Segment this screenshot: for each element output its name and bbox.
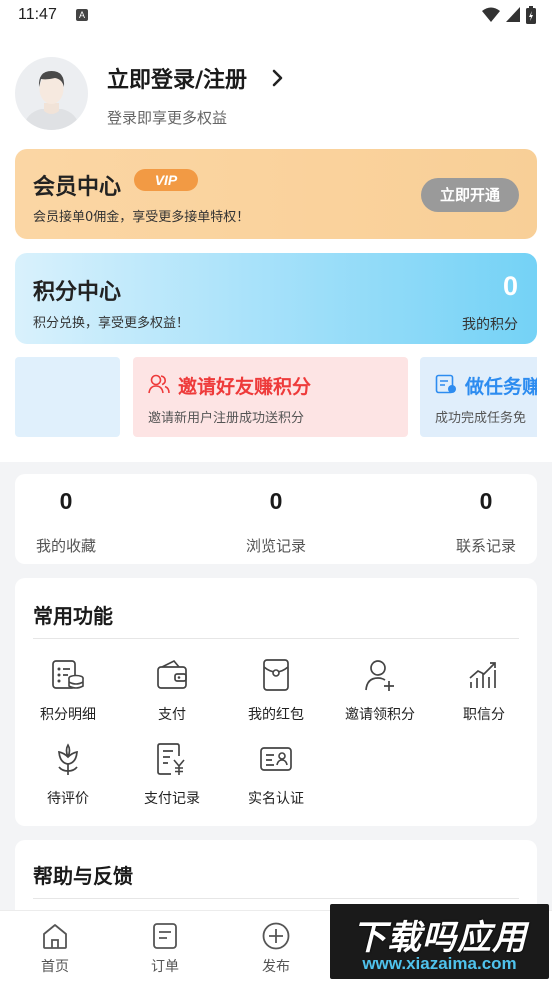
- promo-task-description: 成功完成任务免: [435, 411, 527, 426]
- points-label: 我的积分: [462, 317, 518, 333]
- common-functions-title: 常用功能: [33, 604, 113, 628]
- login-subtitle: 登录即享更多权益: [107, 109, 228, 127]
- promo-invite-title: 邀请好友赚积分: [178, 376, 312, 398]
- promo-task-title: 做任务赚: [465, 376, 537, 398]
- func-label: 邀请领积分: [345, 707, 415, 723]
- promo-banner-partial[interactable]: [15, 357, 120, 437]
- task-card-icon: [435, 374, 456, 394]
- func-label: 待评价: [47, 791, 89, 807]
- points-card[interactable]: 积分中心 积分兑换，享受更多权益！ 0 我的积分: [15, 253, 537, 344]
- func-label: 积分明细: [40, 707, 96, 723]
- stat-label: 联系记录: [455, 537, 516, 555]
- invite-user-icon: [365, 660, 394, 691]
- func-pending-review[interactable]: 待评价: [16, 742, 120, 822]
- order-icon: [153, 923, 177, 949]
- id-card-icon: [260, 747, 292, 771]
- tab-label: 发布: [262, 959, 290, 975]
- status-icons: [482, 6, 536, 24]
- tab-label: 首页: [41, 959, 69, 975]
- promo-invite-description: 邀请新用户注册成功送积分: [148, 411, 305, 426]
- func-invite-points[interactable]: 邀请领积分: [328, 658, 432, 738]
- avatar-person-icon: [23, 71, 80, 130]
- help-feedback-title: 帮助与反馈: [33, 864, 133, 888]
- stat-contacts[interactable]: 0 联系记录: [426, 474, 546, 564]
- status-bar: 11:47 A: [0, 0, 552, 30]
- watermark-logo: 下载吗应用 www.xiazaima.com: [330, 904, 549, 979]
- points-description: 积分兑换，享受更多权益！: [33, 316, 190, 331]
- stat-label: 我的收藏: [35, 537, 96, 555]
- status-time: 11:47: [18, 6, 57, 23]
- vip-description: 会员接单0佣金，享受更多接单特权！: [33, 210, 250, 225]
- func-label: 我的红包: [248, 707, 304, 723]
- wallet-icon: [157, 659, 187, 689]
- tab-home[interactable]: 首页: [0, 911, 110, 981]
- wifi-icon: [482, 7, 500, 22]
- divider: [33, 898, 519, 899]
- stat-history[interactable]: 0 浏览记录: [216, 474, 336, 564]
- func-real-name-auth[interactable]: 实名认证: [224, 742, 328, 822]
- tab-label: 订单: [151, 959, 179, 975]
- stats-card: 0 我的收藏 0 浏览记录 0 联系记录: [15, 474, 537, 564]
- func-label: 支付: [158, 707, 186, 723]
- payment-record-icon: [157, 743, 185, 775]
- tab-orders[interactable]: 订单: [110, 911, 220, 981]
- vip-card[interactable]: 会员中心 VIP 会员接单0佣金，享受更多接单特权！ 立即开通: [15, 149, 537, 239]
- stat-value: 0: [479, 488, 493, 514]
- vip-title: 会员中心: [33, 175, 122, 200]
- watermark-title: 下载吗应用: [352, 918, 527, 958]
- plus-circle-icon: [262, 922, 290, 950]
- vip-activate-button[interactable]: 立即开通: [421, 178, 519, 212]
- divider: [33, 638, 519, 639]
- tab-publish[interactable]: 发布: [221, 911, 331, 981]
- vip-badge: VIP: [134, 169, 198, 191]
- battery-icon: [526, 6, 536, 24]
- func-red-packet[interactable]: 我的红包: [224, 658, 328, 738]
- func-payment[interactable]: 支付: [120, 658, 224, 738]
- promo-task[interactable]: 做任务赚 成功完成任务免: [420, 357, 537, 437]
- func-label: 职信分: [463, 707, 505, 723]
- func-credit-score[interactable]: 职信分: [432, 658, 536, 738]
- red-packet-icon: [263, 659, 289, 691]
- points-value: 0: [502, 271, 518, 301]
- func-label: 实名认证: [248, 791, 304, 807]
- users-icon: [148, 374, 170, 394]
- func-label: 支付记录: [144, 791, 200, 807]
- stat-label: 浏览记录: [245, 537, 306, 555]
- flower-icon: [58, 743, 78, 775]
- func-payment-records[interactable]: 支付记录: [120, 742, 224, 822]
- credit-chart-icon: [469, 662, 496, 688]
- home-icon: [43, 924, 67, 949]
- points-title: 积分中心: [33, 280, 122, 305]
- stat-value: 0: [269, 488, 283, 514]
- func-points-detail[interactable]: 积分明细: [16, 658, 120, 738]
- login-title[interactable]: 立即登录/注册: [107, 62, 247, 94]
- common-functions-card: 常用功能 积分明细 支付 我的红包 邀请领积分 职信分 待评价 支付记录 实名认…: [15, 578, 537, 826]
- stat-favorites[interactable]: 0 我的收藏: [6, 474, 126, 564]
- stat-value: 0: [59, 488, 73, 514]
- watermark-url: www.xiazaima.com: [362, 954, 517, 973]
- avatar[interactable]: [15, 57, 88, 130]
- chevron-right-icon[interactable]: [271, 68, 285, 88]
- notification-icon: A: [76, 9, 88, 21]
- promo-invite-friends[interactable]: 邀请好友赚积分 邀请新用户注册成功送积分: [133, 357, 408, 437]
- points-detail-icon: [52, 660, 84, 689]
- signal-icon: [506, 7, 520, 22]
